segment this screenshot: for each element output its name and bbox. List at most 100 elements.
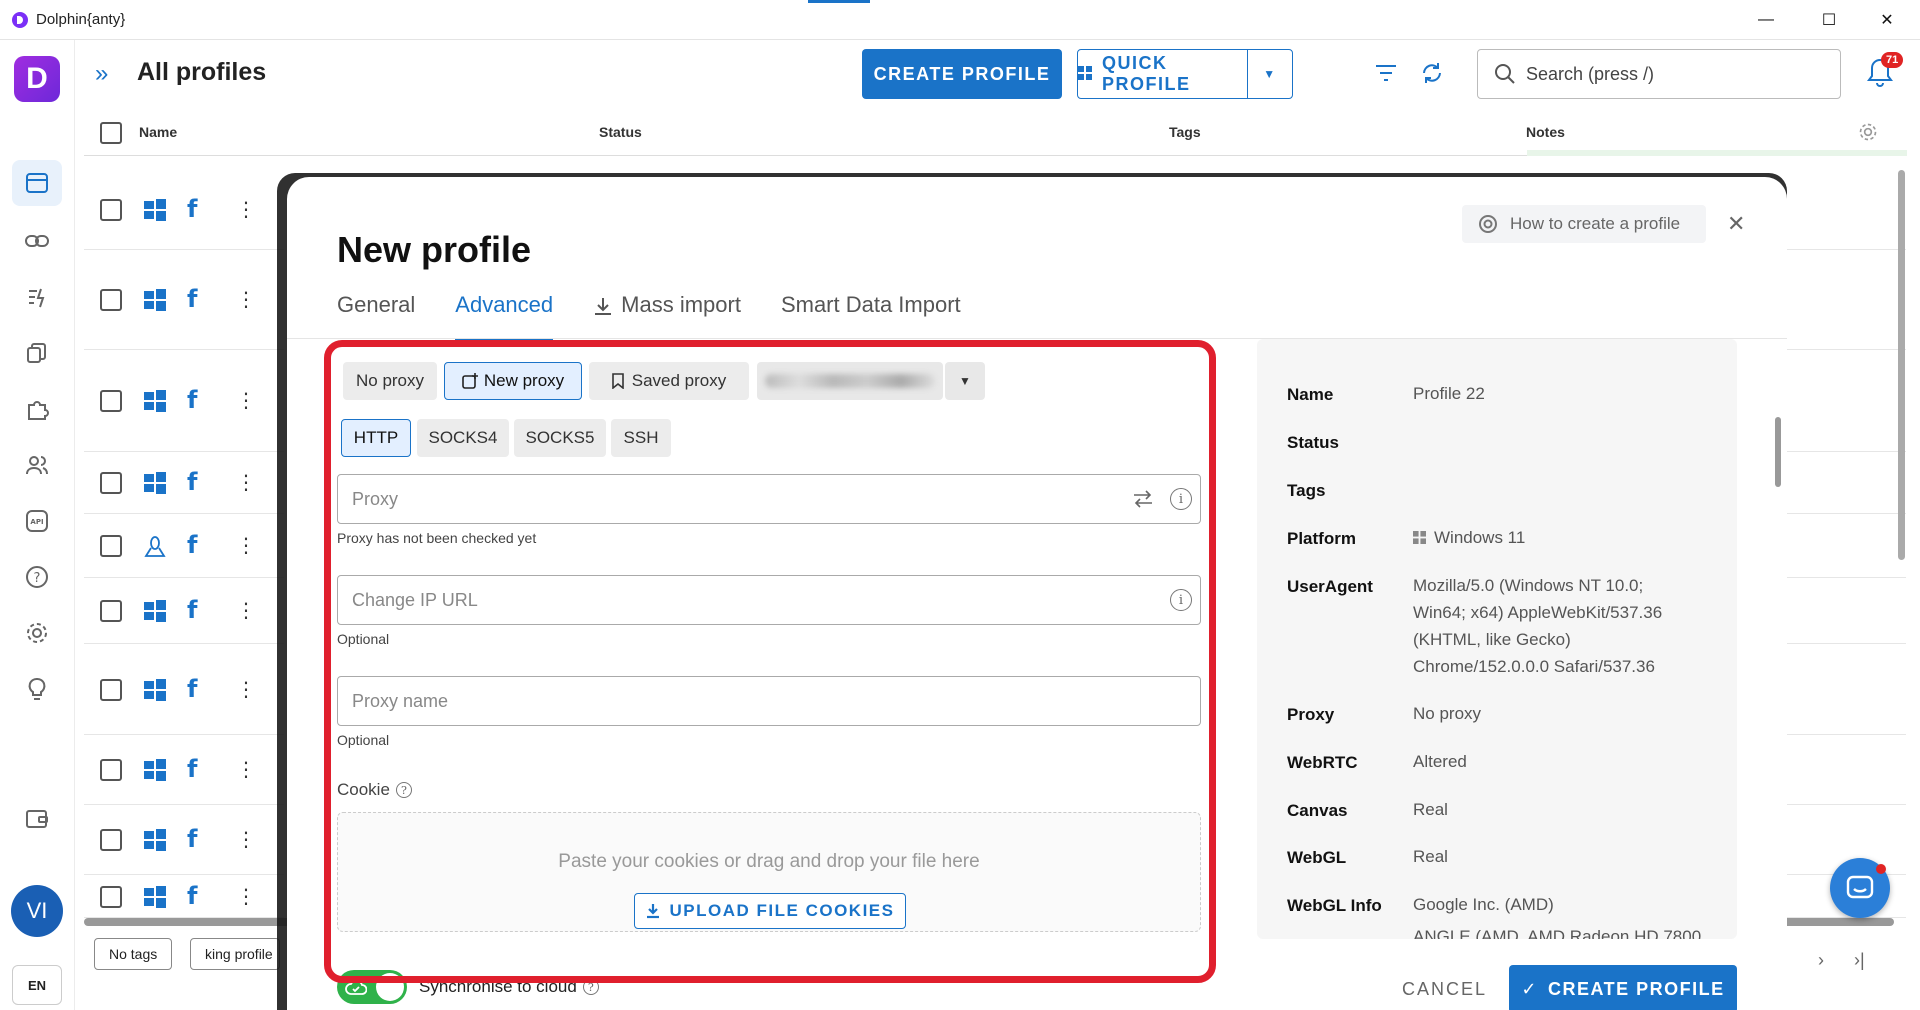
modal-close-icon[interactable]: ✕ (1727, 211, 1745, 237)
search-input[interactable]: Search (press /) (1477, 49, 1841, 99)
title-accent (808, 0, 870, 3)
users-icon[interactable] (12, 442, 62, 488)
row-checkbox[interactable] (100, 472, 122, 494)
profile-summary-panel: Name Profile 22 Status Tags Platform Win… (1257, 339, 1737, 939)
row-checkbox[interactable] (100, 829, 122, 851)
facebook-icon: f (187, 755, 198, 783)
settings-gear-icon[interactable] (12, 610, 62, 656)
table-row[interactable]: f ⋮ (84, 350, 284, 452)
row-checkbox[interactable] (100, 390, 122, 412)
tab-general-label: General (337, 292, 416, 317)
summary-name-key: Name (1287, 385, 1334, 404)
row-checkbox[interactable] (100, 535, 122, 557)
ua-line-1: Mozilla/5.0 (Windows NT 10.0; (1413, 576, 1644, 595)
page-title: All profiles (137, 58, 267, 86)
tab-general[interactable]: General (337, 292, 415, 342)
notifications-badge: 71 (1881, 52, 1904, 68)
windows-icon (144, 759, 166, 786)
summary-proxy-key: Proxy (1287, 705, 1335, 724)
how-to-create-profile-button[interactable]: How to create a profile (1462, 205, 1706, 243)
extensions-icon[interactable] (12, 386, 62, 432)
minimize-button[interactable]: — (1737, 0, 1795, 40)
quick-profile-button[interactable]: QUICK PROFILE ▼ (1077, 49, 1293, 99)
help-icon[interactable]: ? (12, 554, 62, 600)
row-checkbox[interactable] (100, 886, 122, 908)
row-checkbox[interactable] (100, 759, 122, 781)
tab-advanced[interactable]: Advanced (455, 292, 554, 342)
table-row[interactable]: f ⋮ (84, 578, 284, 644)
window-title: Dolphin{anty} (36, 11, 126, 28)
search-icon (1495, 64, 1515, 84)
maximize-button[interactable]: ☐ (1800, 0, 1858, 40)
facebook-icon: f (187, 825, 198, 853)
table-row[interactable]: f ⋮ (84, 250, 284, 350)
last-page-icon[interactable]: ›| (1854, 950, 1865, 971)
table-row-edge (1785, 735, 1906, 805)
summary-tags-key: Tags (1287, 481, 1326, 500)
columns-settings-icon[interactable] (1858, 122, 1878, 142)
table-row-edge (1785, 578, 1906, 644)
table-row[interactable]: f ⋮ (84, 805, 284, 875)
create-profile-button[interactable]: CREATE PROFILE (862, 49, 1062, 99)
row-checkbox[interactable] (100, 679, 122, 701)
table-row[interactable]: f ⋮ (84, 170, 284, 250)
support-chat-button[interactable] (1830, 858, 1890, 918)
lightbulb-icon[interactable] (12, 666, 62, 712)
row-checkbox[interactable] (100, 199, 122, 221)
title-bar: Dolphin{anty} — ☐ ✕ (0, 0, 1920, 40)
dolphin-logo[interactable]: D (14, 56, 60, 102)
linux-icon (144, 535, 166, 564)
link-icon[interactable] (12, 218, 62, 264)
tab-smart-data-import[interactable]: Smart Data Import (781, 292, 961, 342)
facebook-icon: f (187, 531, 198, 559)
summary-webglinfo-value: Google Inc. (AMD) ANGLE (AMD, AMD Radeon… (1413, 891, 1723, 939)
table-row[interactable]: f ⋮ (84, 644, 284, 735)
wallet-icon[interactable] (12, 796, 62, 842)
table-row[interactable]: f ⋮ (84, 514, 284, 578)
vertical-scrollbar[interactable] (1898, 170, 1905, 560)
select-all-checkbox[interactable] (100, 122, 122, 144)
close-window-button[interactable]: ✕ (1858, 0, 1916, 40)
svg-text:?: ? (34, 571, 41, 586)
column-name[interactable]: Name (139, 124, 177, 140)
automation-icon[interactable] (12, 274, 62, 320)
chat-icon (1846, 875, 1874, 899)
table-row[interactable]: f ⋮ (84, 735, 284, 805)
column-tags[interactable]: Tags (1169, 124, 1201, 140)
cancel-button[interactable]: CANCEL (1402, 979, 1487, 1000)
next-page-icon[interactable]: › (1818, 950, 1824, 971)
language-button[interactable]: EN (12, 965, 62, 1005)
tag-filter-king-profile[interactable]: king profile (190, 938, 280, 970)
tag-filter-no-tags[interactable]: No tags (94, 938, 173, 970)
copy-icon[interactable] (12, 330, 62, 376)
column-status[interactable]: Status (599, 124, 642, 140)
facebook-icon: f (187, 386, 198, 414)
summary-platform-value: Windows 11 (1413, 524, 1723, 551)
table-row-edge (1785, 350, 1906, 452)
row-checkbox[interactable] (100, 600, 122, 622)
table-row[interactable]: f ⋮ (84, 875, 284, 918)
api-icon[interactable]: API (12, 498, 62, 544)
summary-webrtc-value: Altered (1413, 752, 1467, 771)
user-avatar[interactable]: VI (11, 885, 63, 937)
profiles-nav-icon[interactable] (12, 160, 62, 206)
tab-mass-import[interactable]: Mass import (593, 292, 741, 342)
table-row[interactable]: f ⋮ (84, 452, 284, 514)
modal-scrollbar[interactable] (1775, 417, 1781, 487)
tab-mass-import-label: Mass import (621, 292, 741, 317)
lifebuoy-icon (1479, 215, 1497, 233)
filter-icon[interactable] (1371, 58, 1401, 88)
row-checkbox[interactable] (100, 289, 122, 311)
table-row-edge (1785, 452, 1906, 514)
refresh-icon[interactable] (1417, 58, 1447, 88)
table-row-edge (1785, 250, 1906, 350)
create-profile-submit-button[interactable]: ✓ CREATE PROFILE (1509, 965, 1737, 1010)
app-logo-icon (12, 11, 28, 28)
quick-profile-dropdown-icon[interactable]: ▼ (1248, 67, 1292, 81)
notifications-bell-icon[interactable]: 71 (1865, 52, 1904, 92)
expand-sidebar-icon[interactable]: » (95, 60, 108, 88)
table-row-edge (1785, 514, 1906, 578)
column-notes[interactable]: Notes (1526, 124, 1565, 140)
search-placeholder: Search (press /) (1526, 63, 1655, 84)
svg-text:API: API (30, 518, 43, 526)
